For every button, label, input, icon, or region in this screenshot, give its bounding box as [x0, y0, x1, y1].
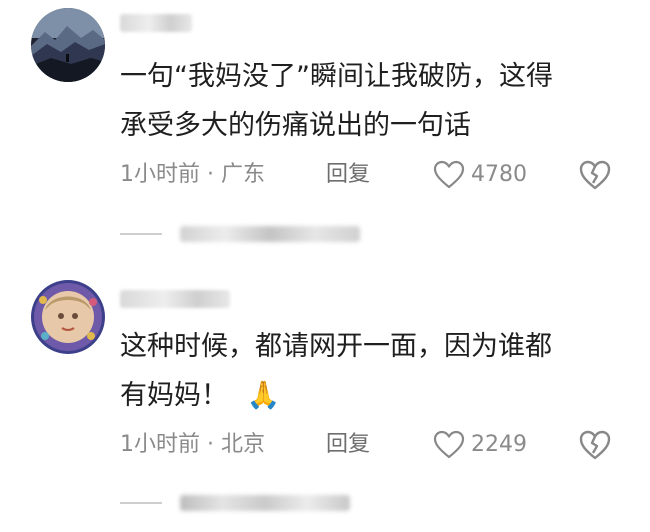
avatar[interactable]: [31, 280, 105, 354]
comment-item: 这种时候，都请网开一面，因为谁都 有妈妈！ 🙏 1小时前 · 北京 回复 224…: [0, 270, 650, 532]
broken-heart-icon: [579, 430, 611, 460]
praying-hands-icon: 🙏: [246, 380, 281, 411]
divider-dash: [120, 233, 162, 235]
blurred-reply-count: [180, 226, 360, 242]
like-button[interactable]: 4780: [433, 157, 527, 193]
reply-button[interactable]: 回复: [326, 157, 370, 193]
comment-text-line: 一句“我妈没了”瞬间让我破防，这得: [120, 61, 553, 92]
expand-replies[interactable]: [120, 219, 360, 249]
dislike-button[interactable]: [578, 159, 612, 203]
mountain-landscape-avatar-icon: [31, 8, 105, 82]
comment-meta: 1小时前 · 广东 回复 4780: [120, 157, 640, 193]
username-blurred[interactable]: [120, 14, 192, 32]
comment-text-segment: 有妈妈！: [120, 380, 228, 411]
comment-text-line: 这种时候，都请网开一面，因为谁都: [120, 331, 552, 362]
like-count: 4780: [471, 162, 527, 187]
like-button[interactable]: 2249: [433, 427, 527, 463]
blurred-reply-count: [180, 495, 350, 511]
avatar[interactable]: [31, 8, 105, 82]
heart-outline-icon: [433, 430, 465, 459]
divider-dash: [120, 502, 162, 504]
username-blurred[interactable]: [120, 290, 230, 308]
comment-text: 这种时候，都请网开一面，因为谁都 有妈妈！ 🙏: [120, 322, 620, 420]
comment-text-line: 有妈妈！ 🙏: [120, 371, 620, 420]
illustrated-portrait-avatar-icon: [31, 280, 105, 354]
reply-button[interactable]: 回复: [326, 427, 370, 463]
heart-outline-icon: [433, 160, 465, 189]
comment-meta: 1小时前 · 北京 回复 2249: [120, 427, 640, 463]
dislike-button[interactable]: [578, 429, 612, 473]
comment-text-line: 承受多大的伤痛说出的一句话: [120, 110, 471, 141]
comment-item: 一句“我妈没了”瞬间让我破防，这得 承受多大的伤痛说出的一句话 1小时前 · 广…: [0, 0, 650, 260]
timestamp-location: 1小时前 · 广东: [120, 162, 265, 187]
like-count: 2249: [471, 432, 527, 457]
broken-heart-icon: [579, 160, 611, 190]
expand-replies[interactable]: [120, 488, 350, 518]
timestamp-location: 1小时前 · 北京: [120, 432, 265, 457]
comment-text: 一句“我妈没了”瞬间让我破防，这得 承受多大的伤痛说出的一句话: [120, 52, 620, 150]
